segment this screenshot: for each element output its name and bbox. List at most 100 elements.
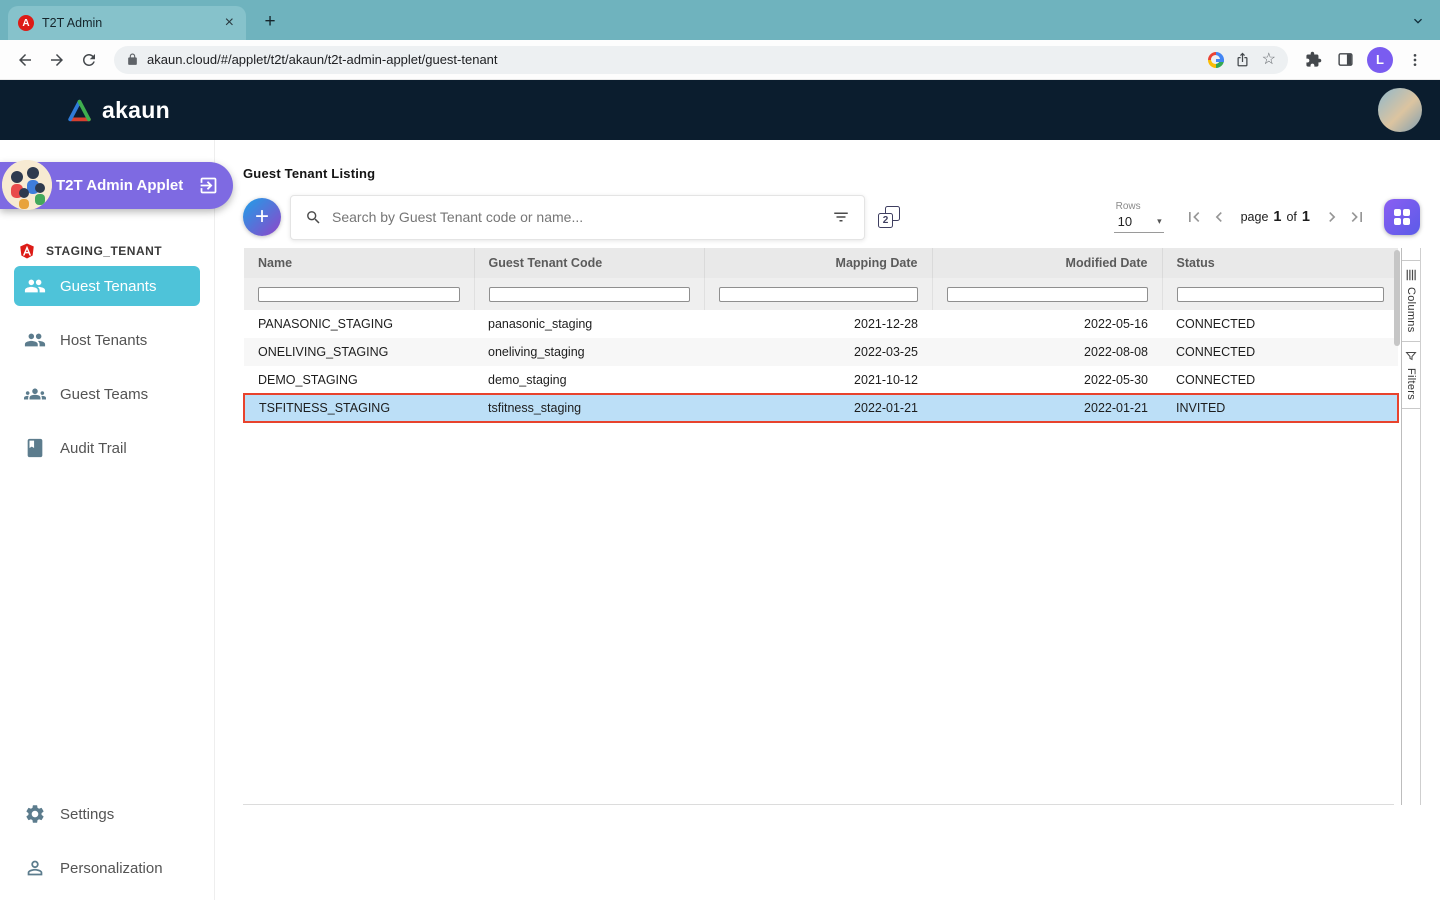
bookmark-star-icon[interactable]: ☆ bbox=[1262, 52, 1276, 68]
page-title: Guest Tenant Listing bbox=[243, 166, 1440, 181]
tenant-label: STAGING_TENANT bbox=[46, 244, 162, 258]
page-total: 1 bbox=[1302, 209, 1310, 225]
applet-avatar bbox=[2, 160, 52, 210]
browser-profile-avatar[interactable]: L bbox=[1367, 47, 1393, 73]
screen: A T2T Admin × + akaun.cloud/#/applet/t2t… bbox=[0, 0, 1440, 900]
google-icon[interactable] bbox=[1208, 52, 1224, 68]
sidebar-item-personalization[interactable]: Personalization bbox=[14, 848, 200, 888]
cell-mapping-date: 2022-03-25 bbox=[704, 338, 932, 366]
rows-label: Rows bbox=[1114, 201, 1164, 212]
side-rail: Columns Filters bbox=[1401, 248, 1421, 805]
table-wrap: Name Guest Tenant Code Mapping Date Modi… bbox=[243, 248, 1394, 805]
rail-columns-toggle[interactable]: Columns bbox=[1405, 261, 1417, 341]
tab-title: T2T Admin bbox=[42, 16, 215, 30]
search-box bbox=[290, 195, 865, 240]
people-icon bbox=[24, 275, 46, 297]
filter-list-icon[interactable] bbox=[832, 208, 850, 226]
next-page-button[interactable] bbox=[1320, 205, 1344, 229]
gear-icon bbox=[24, 803, 46, 825]
refresh-button[interactable] bbox=[74, 45, 104, 75]
funnel-icon bbox=[1405, 350, 1417, 362]
filter-input-name[interactable] bbox=[258, 287, 460, 302]
grid-icon bbox=[1394, 209, 1411, 226]
duplicate-view-icon[interactable]: 2 bbox=[878, 206, 900, 228]
column-header-name[interactable]: Name bbox=[244, 248, 474, 278]
filter-input-code[interactable] bbox=[489, 287, 690, 302]
first-page-button[interactable] bbox=[1182, 205, 1206, 229]
browser-tab[interactable]: A T2T Admin × bbox=[8, 6, 246, 40]
browser-toolbar: akaun.cloud/#/applet/t2t/akaun/t2t-admin… bbox=[0, 40, 1440, 80]
column-header-code[interactable]: Guest Tenant Code bbox=[474, 248, 704, 278]
page-body: T2T Admin Applet STAGING_TENANT Guest T bbox=[0, 140, 1440, 900]
column-header-modified-date[interactable]: Modified Date bbox=[932, 248, 1162, 278]
column-header-status[interactable]: Status bbox=[1162, 248, 1398, 278]
sidebar-item-settings[interactable]: Settings bbox=[14, 794, 200, 834]
cell-modified-date: 2022-05-16 bbox=[932, 310, 1162, 338]
user-profile-avatar[interactable] bbox=[1378, 88, 1422, 132]
table-scrollbar-thumb[interactable] bbox=[1394, 250, 1400, 346]
new-tab-button[interactable]: + bbox=[256, 8, 284, 36]
url-bar[interactable]: akaun.cloud/#/applet/t2t/akaun/t2t-admin… bbox=[114, 46, 1288, 74]
url-text[interactable]: akaun.cloud/#/applet/t2t/akaun/t2t-admin… bbox=[147, 52, 1200, 67]
sidebar-item-label: Audit Trail bbox=[60, 440, 127, 457]
dropdown-caret-icon: ▾ bbox=[1157, 216, 1162, 227]
filter-input-status[interactable] bbox=[1177, 287, 1385, 302]
column-header-mapping-date[interactable]: Mapping Date bbox=[704, 248, 932, 278]
rows-value: 10 bbox=[1118, 214, 1132, 229]
filter-input-mapping-date[interactable] bbox=[719, 287, 918, 302]
cell-mapping-date: 2021-10-12 bbox=[704, 366, 932, 394]
table-row-selected[interactable]: TSFITNESS_STAGING tsfitness_staging 2022… bbox=[244, 394, 1398, 422]
cell-modified-date: 2022-08-08 bbox=[932, 338, 1162, 366]
table-row[interactable]: DEMO_STAGING demo_staging 2021-10-12 202… bbox=[244, 366, 1398, 394]
table-row[interactable]: PANASONIC_STAGING panasonic_staging 2021… bbox=[244, 310, 1398, 338]
tab-search-chevron-down-icon[interactable] bbox=[1410, 13, 1426, 29]
tab-favicon-icon: A bbox=[18, 15, 34, 31]
sidebar-item-label: Host Tenants bbox=[60, 332, 147, 349]
add-guest-tenant-button[interactable]: + bbox=[243, 198, 281, 236]
ssl-lock-icon[interactable] bbox=[126, 53, 139, 66]
table-filter-row bbox=[244, 278, 1398, 310]
back-button[interactable] bbox=[10, 45, 40, 75]
cell-status: CONNECTED bbox=[1162, 338, 1398, 366]
rail-filters-label: Filters bbox=[1405, 368, 1417, 400]
sidebar-item-host-tenants[interactable]: Host Tenants bbox=[14, 320, 200, 360]
page-number: 1 bbox=[1273, 209, 1281, 225]
people-icon bbox=[24, 329, 46, 351]
search-input[interactable] bbox=[332, 209, 822, 225]
applet-banner[interactable]: T2T Admin Applet bbox=[0, 162, 233, 209]
share-icon[interactable] bbox=[1232, 49, 1254, 71]
main-content: Guest Tenant Listing + 2 bbox=[215, 140, 1440, 900]
sidebar-item-guest-tenants[interactable]: Guest Tenants bbox=[14, 266, 200, 306]
exit-applet-icon[interactable] bbox=[198, 175, 219, 196]
akaun-triangle-icon bbox=[66, 98, 93, 123]
sidebar-item-label: Settings bbox=[60, 806, 114, 823]
akaun-logo[interactable]: akaun bbox=[66, 97, 170, 124]
rail-filters-toggle[interactable]: Filters bbox=[1405, 342, 1417, 408]
layout-grid-button[interactable] bbox=[1384, 199, 1420, 235]
cell-status: CONNECTED bbox=[1162, 366, 1398, 394]
tenant-logo-icon bbox=[18, 242, 36, 260]
rail-divider bbox=[1402, 408, 1420, 409]
extensions-puzzle-icon[interactable] bbox=[1298, 45, 1328, 75]
rail-columns-label: Columns bbox=[1405, 287, 1417, 333]
brand-text: akaun bbox=[102, 97, 170, 124]
cell-name: PANASONIC_STAGING bbox=[244, 310, 474, 338]
side-panel-icon[interactable] bbox=[1330, 45, 1360, 75]
last-page-button[interactable] bbox=[1345, 205, 1369, 229]
forward-button[interactable] bbox=[42, 45, 72, 75]
cell-modified-date: 2022-01-21 bbox=[932, 394, 1162, 422]
filter-input-modified-date[interactable] bbox=[947, 287, 1148, 302]
sidebar-item-label: Personalization bbox=[60, 860, 163, 877]
browser-menu-kebab-icon[interactable] bbox=[1400, 45, 1430, 75]
tab-close-icon[interactable]: × bbox=[223, 15, 236, 31]
cell-name: DEMO_STAGING bbox=[244, 366, 474, 394]
groups-icon bbox=[24, 383, 46, 405]
sidebar-item-audit-trail[interactable]: Audit Trail bbox=[14, 428, 200, 468]
table-scrollbar-track bbox=[1394, 248, 1401, 805]
sidebar-item-guest-teams[interactable]: Guest Teams bbox=[14, 374, 200, 414]
table-zone: Name Guest Tenant Code Mapping Date Modi… bbox=[243, 248, 1421, 805]
tenant-selector[interactable]: STAGING_TENANT bbox=[0, 234, 214, 268]
rows-per-page-select[interactable]: Rows 10 ▾ bbox=[1114, 201, 1164, 233]
table-row[interactable]: ONELIVING_STAGING oneliving_staging 2022… bbox=[244, 338, 1398, 366]
previous-page-button[interactable] bbox=[1207, 205, 1231, 229]
